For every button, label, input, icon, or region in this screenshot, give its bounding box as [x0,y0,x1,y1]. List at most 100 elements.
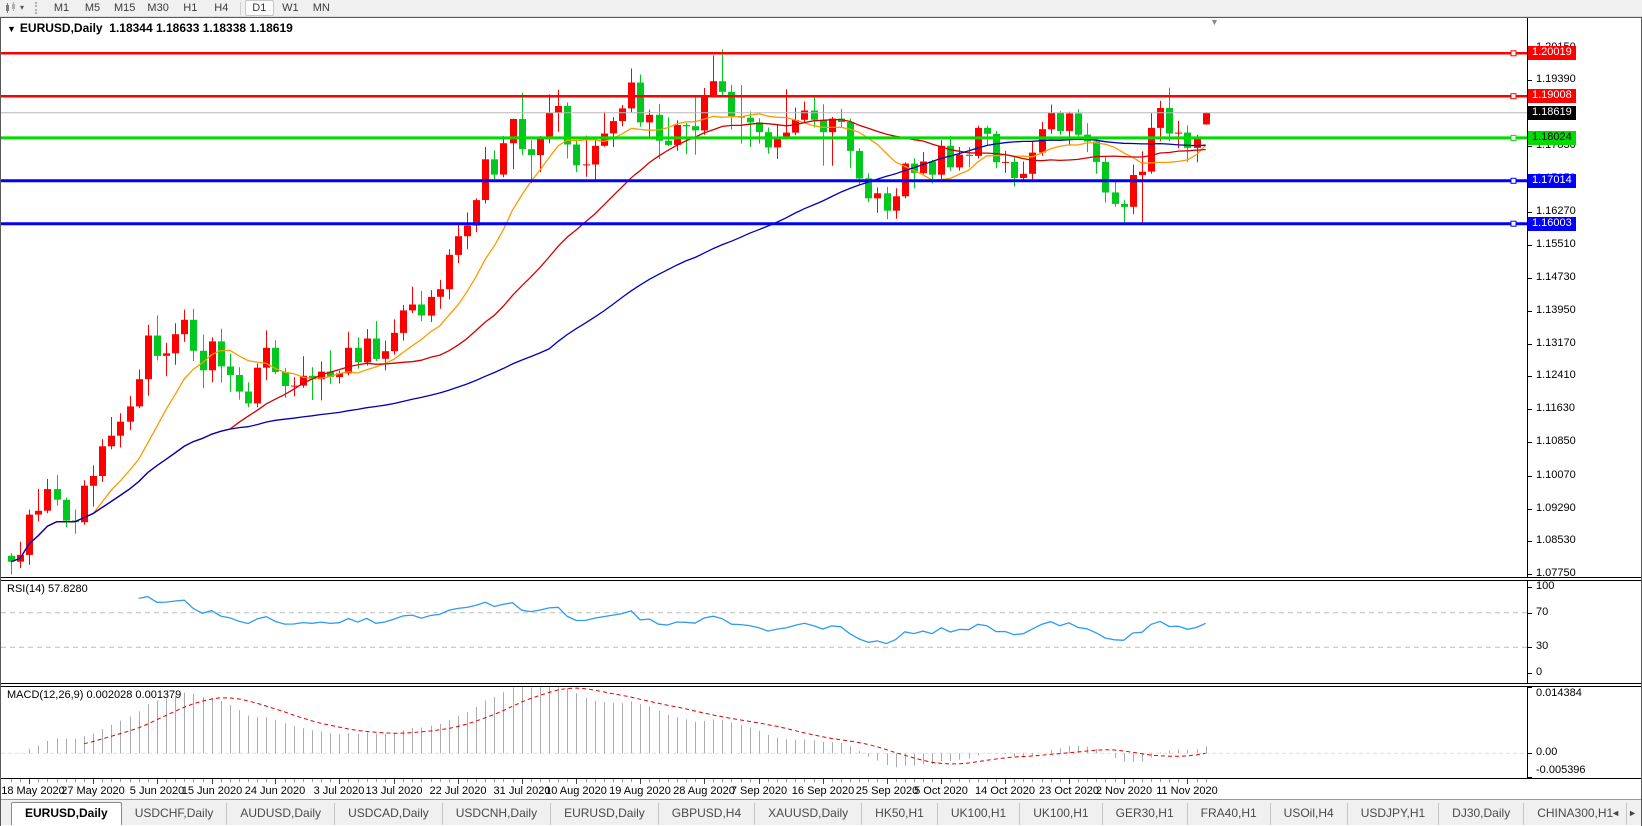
chart-tab-xauusd-daily[interactable]: XAUUSD,Daily [754,803,861,825]
date-tick [330,779,331,782]
timeframe-buttons: M1M5M15M30H1H4 D1W1MN [46,0,337,16]
date-label: 23 Oct 2020 [1039,785,1099,797]
collapse-icon[interactable]: ▼ [7,24,16,34]
line-handle[interactable] [1511,178,1516,183]
chart-type-icon[interactable]: ▾ [1,1,27,16]
macd-plot[interactable]: MACD(12,26,9) 0.002028 0.001379 [1,687,1527,778]
date-tick [230,779,231,782]
date-tick [604,779,605,782]
price-tick-label: 1.08530 [1536,534,1576,547]
price-tick [1528,146,1532,147]
date-tick [175,779,176,782]
scroll-anchor-icon[interactable]: ▼ [1210,18,1219,27]
timeframe-button-h1[interactable]: H1 [176,0,205,16]
chart-tab-usdjpy-h1[interactable]: USDJPY,H1 [1347,803,1438,825]
line-handle[interactable] [1511,51,1516,56]
macd-histogram [12,687,1207,767]
timeframe-button-mn[interactable]: MN [307,0,336,16]
timeframe-button-m1[interactable]: M1 [47,0,76,16]
chart-tab-usdcad-daily[interactable]: USDCAD,Daily [334,803,442,825]
date-label: 27 May 2020 [61,785,125,797]
date-tick [1160,779,1161,782]
macd-tick-label: 0.00 [1536,746,1557,759]
timeframe-button-w1[interactable]: W1 [276,0,305,16]
timeframe-button-m15[interactable]: M15 [109,0,140,16]
chart-tab-hk50-h1[interactable]: HK50,H1 [861,803,937,825]
date-tick [814,779,815,782]
level-price-badge: 1.19008 [1528,89,1576,103]
macd-tick-label: -0.005396 [1536,764,1586,777]
timeframe-button-m5[interactable]: M5 [78,0,107,16]
macd-axis[interactable]: 0.0143840.00-0.005396 [1527,687,1641,778]
chart-tab-ger30-h1[interactable]: GER30,H1 [1102,803,1187,825]
date-tick [476,779,477,782]
tab-scroll-buttons: ◄► [1611,806,1637,820]
date-tick [449,779,450,782]
line-handle[interactable] [1511,94,1516,99]
price-tick-label: 1.13950 [1536,304,1576,317]
price-tick [1528,80,1532,81]
price-tick [1528,376,1532,377]
date-tick [686,779,687,782]
chart-tab-usdchf-daily[interactable]: USDCHF,Daily [122,803,227,825]
date-tick [1197,779,1198,782]
rsi-tick [1528,613,1532,614]
date-tick [950,779,951,782]
price-tick [1528,476,1532,477]
date-tick-major [458,779,459,784]
date-tick [412,779,413,782]
macd-tick [1528,753,1532,754]
date-tick [485,779,486,782]
chart-tab-usoil-h4[interactable]: USOil,H4 [1270,803,1347,825]
rsi-tick-label: 0 [1536,666,1542,679]
date-tick-major [640,779,641,784]
date-tick [649,779,650,782]
price-tick [1528,409,1532,410]
chevron-down-icon: ▾ [20,4,24,12]
date-tick [1105,779,1106,782]
date-label: 5 Oct 2020 [914,785,968,797]
rsi-plot[interactable]: RSI(14) 57.8280 [1,581,1527,683]
date-label: 19 Aug 2020 [609,785,671,797]
toolbar-gripper[interactable] [35,2,40,14]
rsi-axis[interactable]: 10070300 [1527,581,1641,683]
price-tick [1528,344,1532,345]
chart-tab-usdcnh-daily[interactable]: USDCNH,Daily [442,803,550,825]
date-label: 10 Aug 2020 [545,785,607,797]
chart-tab-uk100-h1[interactable]: UK100,H1 [1019,803,1101,825]
tab-scroll-right-icon[interactable]: ► [1628,806,1637,820]
current-price-badge: 1.18619 [1528,106,1576,120]
chart-tab-eurusd-daily[interactable]: EURUSD,Daily [550,803,658,825]
price-axis[interactable]: 1.201501.193901.186101.178301.170501.162… [1527,18,1641,577]
timeframe-toolbar: ▾ M1M5M15M30H1H4 D1W1MN [0,0,1642,17]
tab-scroll-left-icon[interactable]: ◄ [1611,806,1620,820]
price-tick [1528,509,1532,510]
date-tick [877,779,878,782]
chart-tab-audusd-daily[interactable]: AUDUSD,Daily [226,803,334,825]
date-tick [66,779,67,782]
price-tick-label: 1.13170 [1536,337,1576,350]
chart-tab-dj30-daily[interactable]: DJ30,Daily [1438,803,1523,825]
date-axis[interactable]: 18 May 202027 May 20205 Jun 202015 Jun 2… [1,778,1641,799]
chart-tab-eurusd-daily[interactable]: EURUSD,Daily [11,802,122,825]
chart-tab-uk100-h1[interactable]: UK100,H1 [937,803,1019,825]
date-label: 7 Sep 2020 [731,785,787,797]
date-tick [166,779,167,782]
date-tick-major [576,779,577,784]
timeframe-button-d1[interactable]: D1 [245,0,274,16]
date-tick-major [1005,779,1006,784]
date-tick [868,779,869,782]
timeframe-button-m30[interactable]: M30 [142,0,173,16]
date-tick [677,779,678,782]
date-tick [1169,779,1170,782]
date-tick [294,779,295,782]
main-chart-plot[interactable]: ▼EURUSD,Daily 1.18344 1.18633 1.18338 1.… [1,18,1527,577]
line-handle[interactable] [1511,135,1516,140]
timeframe-button-h4[interactable]: H4 [207,0,236,16]
rsi-tick [1528,587,1532,588]
line-handle[interactable] [1511,221,1516,226]
date-tick [239,779,240,782]
chart-tab-gbpusd-h4[interactable]: GBPUSD,H4 [658,803,754,825]
chart-tab-fra40-h1[interactable]: FRA40,H1 [1187,803,1270,825]
date-tick-major [394,779,395,784]
